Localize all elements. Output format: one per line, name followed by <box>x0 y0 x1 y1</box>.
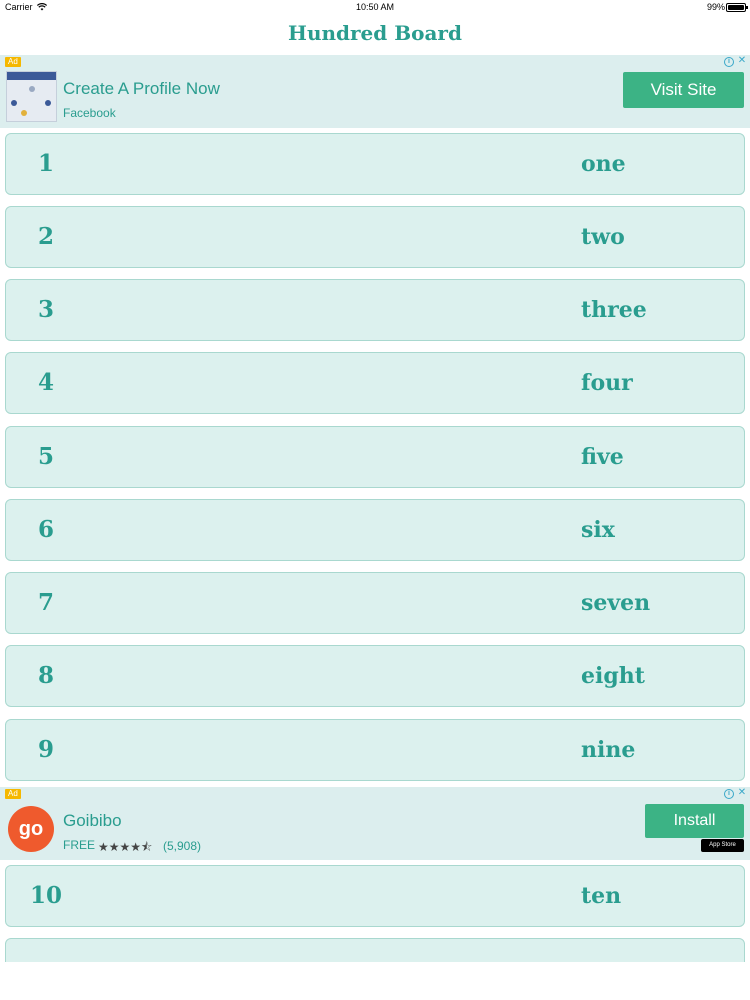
row-word: four <box>581 370 633 396</box>
star-rating-icon: ★★★★⯪ <box>98 840 153 854</box>
row-word: eight <box>581 663 645 689</box>
number-row-7[interactable]: 7 seven <box>5 572 745 634</box>
row-number: 5 <box>38 443 55 470</box>
row-number: 10 <box>30 882 63 909</box>
row-word: seven <box>581 590 651 616</box>
row-word: six <box>581 517 615 543</box>
status-bar: Carrier 10:50 AM 99% <box>0 0 750 16</box>
row-word: one <box>581 151 626 177</box>
ad-badge: Ad <box>5 57 21 67</box>
ad-thumbnail[interactable] <box>6 71 57 122</box>
number-row-5[interactable]: 5 five <box>5 426 745 488</box>
number-row-6[interactable]: 6 six <box>5 499 745 561</box>
row-word: five <box>581 444 624 470</box>
row-word: two <box>581 224 625 250</box>
battery-icon <box>726 3 748 12</box>
number-row-8[interactable]: 8 eight <box>5 645 745 707</box>
ad-title[interactable]: Goibibo <box>63 811 122 831</box>
battery-percent: 99% <box>707 2 726 12</box>
row-number: 1 <box>38 150 55 177</box>
ad-price: FREE <box>63 838 96 852</box>
row-number: 6 <box>38 516 55 543</box>
row-word: nine <box>581 737 636 763</box>
number-row-4[interactable]: 4 four <box>5 352 745 414</box>
number-row-9[interactable]: 9 nine <box>5 719 745 781</box>
app-store-badge[interactable]: App Store <box>701 839 744 852</box>
row-word: three <box>581 297 647 323</box>
close-icon[interactable]: ✕ <box>737 56 747 66</box>
row-number: 4 <box>38 369 55 396</box>
ad-info-icon[interactable]: i <box>724 789 734 799</box>
row-number: 8 <box>38 662 55 689</box>
page-title: Hundred Board <box>288 21 462 45</box>
ad-title[interactable]: Create A Profile Now <box>63 79 220 99</box>
ad-banner-top[interactable]: Ad i ✕ Create A Profile Now Facebook Vis… <box>0 55 750 128</box>
ad-advertiser: Facebook <box>63 106 116 120</box>
number-row-10[interactable]: 10 ten <box>5 865 745 927</box>
close-icon[interactable]: ✕ <box>737 788 747 798</box>
app-logo[interactable]: go <box>8 806 54 852</box>
ad-banner-middle[interactable]: Ad i ✕ go Goibibo FREE ★★★★⯪ (5,908) Ins… <box>0 787 750 860</box>
number-row-1[interactable]: 1 one <box>5 133 745 195</box>
row-number: 3 <box>38 296 55 323</box>
ad-badge: Ad <box>5 789 21 799</box>
number-row-3[interactable]: 3 three <box>5 279 745 341</box>
number-row-2[interactable]: 2 two <box>5 206 745 268</box>
row-word: ten <box>581 883 622 909</box>
visit-site-button[interactable]: Visit Site <box>623 72 744 108</box>
screen-bottom-edge <box>0 962 750 1000</box>
ad-info-icon[interactable]: i <box>724 57 734 67</box>
row-number: 2 <box>38 223 55 250</box>
clock: 10:50 AM <box>355 2 395 12</box>
row-number: 9 <box>38 736 55 763</box>
rating-count: (5,908) <box>163 839 202 853</box>
row-number: 7 <box>38 589 55 616</box>
install-button[interactable]: Install <box>645 804 744 838</box>
